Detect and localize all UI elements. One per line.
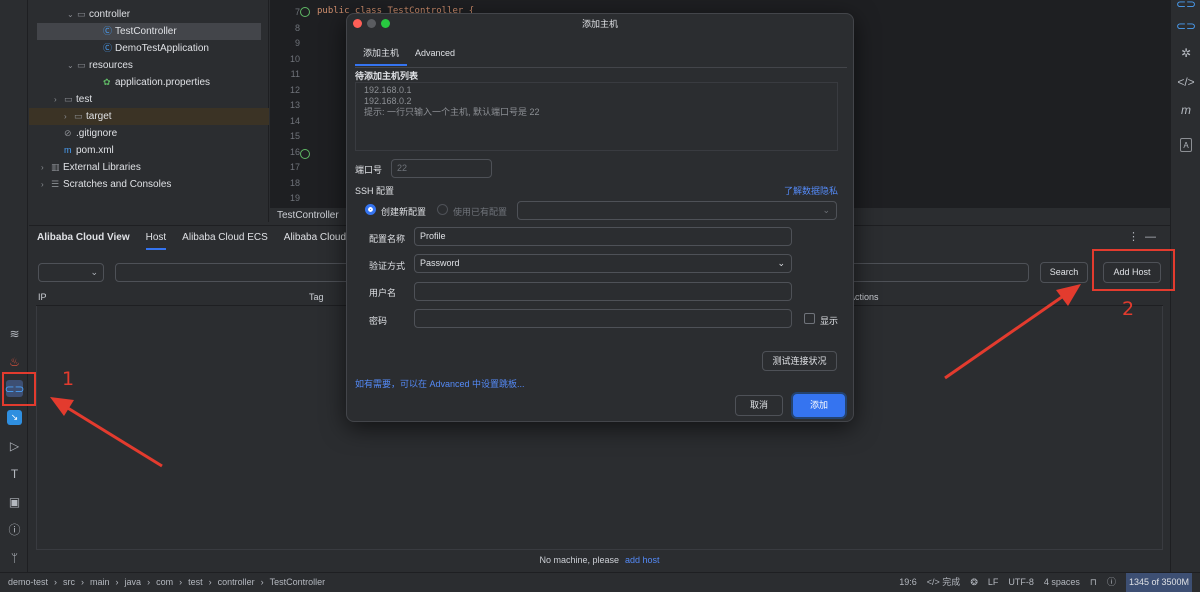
annotation-arrow-2 xyxy=(944,288,1073,380)
annotation-arrows xyxy=(50,284,1081,468)
annotation-arrowhead-1 xyxy=(50,397,74,416)
annotation-arrow-1 xyxy=(57,400,163,468)
annotation-arrowhead-2 xyxy=(1056,284,1081,306)
